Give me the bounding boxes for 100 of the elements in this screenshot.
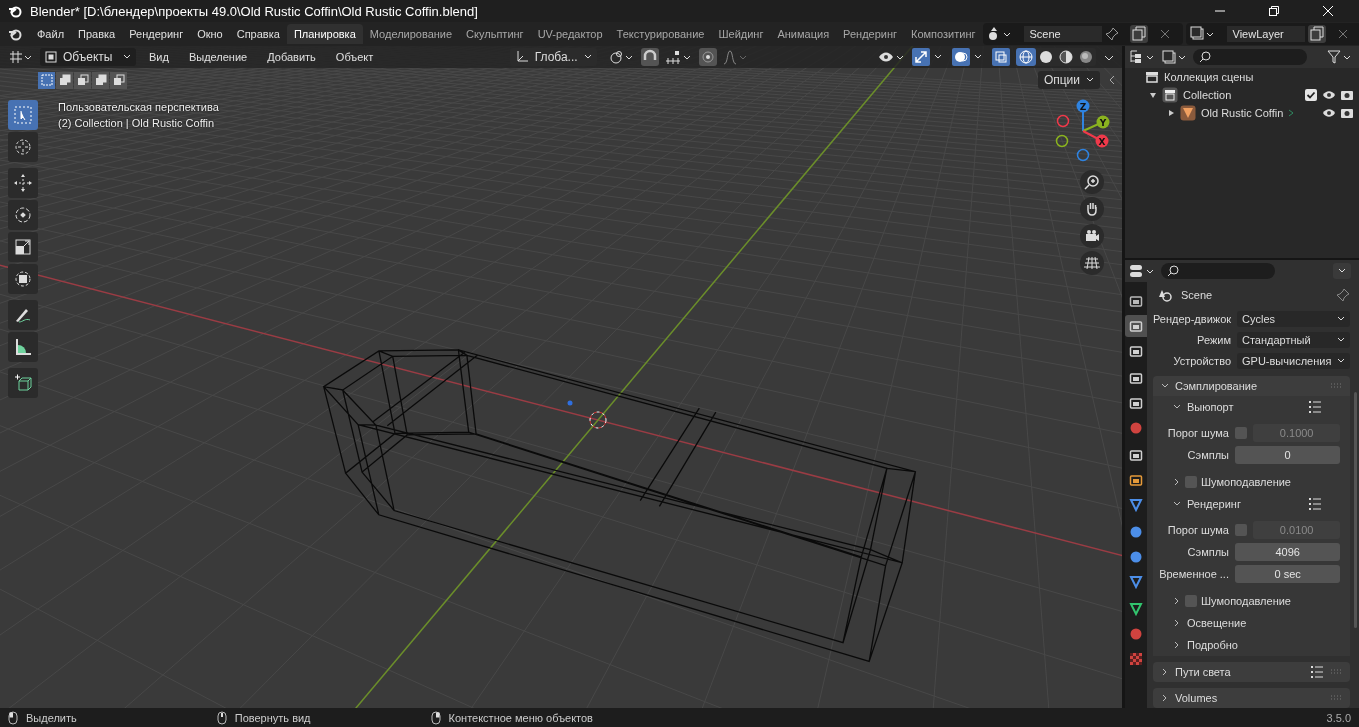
subpanel-header[interactable]: Выюпорт — [1153, 396, 1351, 418]
workspace-tab[interactable]: UV-редактор — [530, 24, 610, 44]
subpanel-title: Подробно — [1187, 639, 1238, 651]
tool-button[interactable] — [8, 300, 38, 330]
presets-list-icon[interactable] — [1308, 498, 1323, 510]
tool-button[interactable] — [8, 200, 38, 230]
magnet-icon[interactable] — [640, 48, 659, 66]
pivot-icon[interactable] — [608, 49, 635, 65]
workspace-tab[interactable]: Скульптинг — [459, 24, 531, 44]
mouse-icon — [430, 710, 441, 725]
number-field[interactable]: 4096 — [1235, 542, 1341, 561]
grid-icon[interactable] — [1080, 251, 1104, 275]
workspace-tab[interactable]: Текстурирование — [609, 24, 712, 44]
eye-icon[interactable] — [1322, 108, 1336, 118]
subpanel-header[interactable]: Подробно — [1153, 634, 1351, 656]
duplicate-icon[interactable] — [1129, 25, 1148, 43]
menu-item[interactable]: Файл — [30, 28, 72, 40]
context-label: Scene — [1181, 289, 1213, 302]
viewport-menu[interactable]: Вид — [142, 51, 176, 63]
panel-header[interactable]: Пути света — [1153, 662, 1351, 682]
viewport-menu[interactable]: Выделение — [181, 51, 255, 63]
tool-button[interactable] — [8, 264, 38, 294]
blender-logo-icon[interactable] — [8, 27, 22, 41]
subpanel-header[interactable]: Шумоподавление — [1153, 590, 1351, 612]
number-field[interactable]: 0 sec — [1235, 564, 1341, 583]
workspace-tab[interactable]: Моделирование — [362, 24, 460, 44]
options-label: Опции — [1043, 73, 1080, 87]
panel-title: Пути света — [1175, 666, 1231, 678]
xray-icon[interactable] — [992, 48, 1010, 66]
tool-button[interactable] — [8, 368, 38, 398]
checkbox[interactable] — [1185, 595, 1197, 607]
property-dropdown[interactable]: Cycles — [1237, 311, 1351, 328]
negative-axis-icon[interactable] — [1055, 134, 1069, 148]
dropdown-value: Cycles — [1242, 313, 1275, 326]
disclosure-triangle-icon[interactable] — [1167, 109, 1175, 117]
negative-axis-icon[interactable] — [1056, 114, 1070, 128]
proportional-edit-icon[interactable] — [698, 48, 717, 66]
drag-handle-icon[interactable] — [1330, 669, 1343, 675]
duplicate-icon[interactable] — [1307, 25, 1326, 43]
panel-header[interactable]: Volumes — [1153, 688, 1351, 708]
subpanel-header[interactable]: Рендеринг — [1153, 493, 1351, 515]
blender-logo-icon — [8, 4, 22, 18]
workspace-tab[interactable]: Шейдинг — [711, 24, 771, 44]
checkbox[interactable] — [1305, 89, 1317, 101]
zoom-icon[interactable] — [1080, 170, 1104, 194]
negative-axis-icon[interactable] — [1076, 148, 1090, 162]
drag-handle-icon[interactable] — [1330, 383, 1343, 389]
properties-tab[interactable] — [1125, 315, 1147, 337]
outliner-item[interactable]: Old Rustic Coffin — [1201, 107, 1284, 119]
property-dropdown[interactable]: Стандартный — [1237, 332, 1351, 349]
workspace-tab[interactable]: Рендеринг — [836, 24, 905, 44]
eye-icon[interactable] — [1322, 90, 1336, 100]
search-field[interactable] — [1193, 49, 1307, 65]
mode-dropdown[interactable]: Объекты — [40, 48, 136, 66]
scene-name-field[interactable]: Scene — [1023, 26, 1102, 42]
viewport-menu[interactable]: Добавить — [260, 51, 323, 63]
shading-button[interactable] — [1016, 48, 1036, 66]
snap-increment-icon[interactable] — [664, 49, 693, 65]
subpanel-header[interactable]: Освещение — [1153, 612, 1351, 634]
select-mode-icon — [76, 74, 89, 86]
presets-list-icon[interactable] — [1310, 666, 1325, 678]
maximize-icon[interactable] — [1269, 6, 1279, 16]
panel-header[interactable]: Сэмплирование — [1153, 376, 1351, 396]
menu-item[interactable]: Окно — [190, 28, 230, 40]
checkbox[interactable] — [1235, 426, 1247, 439]
property-dropdown[interactable]: GPU-вычисления — [1237, 352, 1351, 369]
tool-button[interactable] — [8, 232, 38, 262]
hand-icon[interactable] — [1080, 197, 1104, 221]
workspace-tab[interactable]: Планировка — [286, 24, 363, 44]
search-field[interactable] — [1161, 263, 1275, 279]
workspace-tab[interactable]: Анимация — [770, 24, 837, 44]
menu-item[interactable]: Справка — [229, 28, 287, 40]
falloff-curve-icon[interactable] — [722, 49, 749, 65]
outliner-item[interactable]: Коллекция сцены — [1164, 71, 1254, 83]
tool-button[interactable] — [8, 332, 38, 362]
presets-list-icon[interactable] — [1308, 401, 1323, 413]
close-icon[interactable] — [1323, 6, 1333, 16]
disclosure-triangle-icon[interactable] — [1149, 91, 1157, 99]
field-label: Сэмплы — [1186, 545, 1229, 558]
options-dropdown[interactable]: Опции — [1037, 71, 1100, 89]
editor-type-icon[interactable] — [8, 49, 34, 65]
view-layer-field[interactable]: ViewLayer — [1226, 26, 1305, 42]
rotate-icon — [13, 205, 33, 225]
checkbox[interactable] — [1235, 523, 1247, 536]
subpanel-header[interactable]: Шумоподавление — [1153, 471, 1351, 493]
pin-icon[interactable] — [1336, 288, 1351, 303]
menu-item[interactable]: Рендеринг — [122, 28, 191, 40]
checkbox[interactable] — [1185, 476, 1197, 488]
outliner-item[interactable]: Collection — [1183, 89, 1232, 101]
field-label: Порог шума — [1166, 523, 1229, 536]
pin-icon[interactable] — [1104, 27, 1119, 41]
field-label: Временное ... — [1158, 567, 1229, 580]
menu-item[interactable]: Правка — [71, 28, 123, 40]
number-field[interactable]: 0 — [1235, 445, 1341, 464]
viewport-menu[interactable]: Объект — [328, 51, 381, 63]
orientation-dropdown[interactable]: Глоба... — [509, 48, 597, 66]
tool-button[interactable] — [8, 168, 38, 198]
workspace-tab[interactable]: Композитинг — [904, 24, 983, 44]
shading-button[interactable] — [1056, 48, 1076, 66]
drag-handle-icon[interactable] — [1330, 695, 1343, 701]
